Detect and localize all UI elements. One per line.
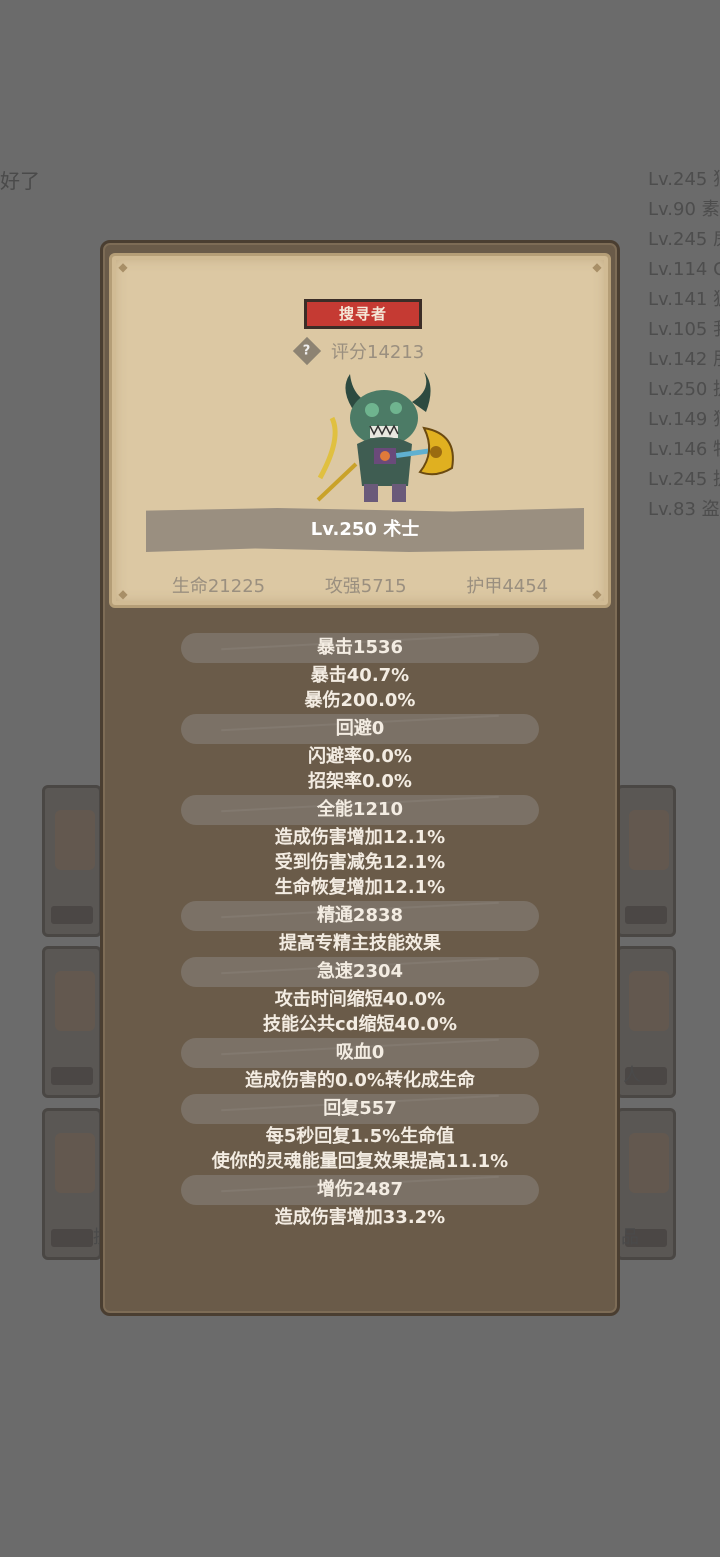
log-line: Lv.245 房 [648, 229, 720, 250]
equipment-icon [55, 810, 95, 870]
log-line: Lv.114 C [648, 259, 720, 280]
background-log: Lv.245 狼 Lv.90 素 Lv.245 房 Lv.114 C Lv.14… [648, 165, 720, 525]
attribute-group-mastery: 精通2838 提高专精主技能效果 [103, 901, 617, 956]
attack-stat: 攻强5715 [324, 576, 407, 597]
hero-title-badge: 搜寻者 [304, 299, 422, 329]
attribute-line: 造成伤害的0.0%转化成生命 [245, 1070, 475, 1091]
log-line: Lv.141 狐 [648, 289, 720, 310]
equipment-icon [629, 1133, 669, 1193]
attribute-header: 暴击1536 [181, 633, 539, 663]
attribute-line: 技能公共cd缩短40.0% [262, 1014, 457, 1035]
equipment-icon [629, 810, 669, 870]
equipment-icon [55, 971, 95, 1031]
log-line: Lv.105 我 [648, 319, 720, 340]
attribute-group-regen: 回复557 每5秒回复1.5%生命值 使你的灵魂能量回复效果提高11.1% [103, 1094, 617, 1174]
log-line: Lv.149 猫 [648, 409, 720, 430]
armor-stat: 护甲4454 [466, 576, 549, 597]
attribute-line: 攻击时间缩短40.0% [274, 989, 446, 1010]
attribute-line: 暴伤200.0% [304, 690, 416, 711]
attribute-line: 招架率0.0% [308, 771, 412, 792]
attribute-header: 回复557 [181, 1094, 539, 1124]
attribute-line: 生命恢复增加12.1% [274, 877, 446, 898]
equipment-icon [629, 971, 669, 1031]
attribute-line: 暴击40.7% [310, 665, 410, 686]
attribute-header: 全能1210 [181, 795, 539, 825]
background-equipment-slot[interactable]: 品 [616, 1108, 676, 1260]
hero-card: ◆ ◆ ◆ ◆ 搜寻者 ? 评分14213 Lv.250 术士 生命21225 … [109, 253, 611, 608]
log-line: Lv.245 提 [648, 469, 720, 490]
background-chat-text: 好了 [0, 169, 40, 193]
attribute-group-crit: 暴击1536 暴击40.7% 暴伤200.0% [103, 633, 617, 713]
log-line: Lv.142 朋 [648, 349, 720, 370]
attribute-line: 造成伤害增加33.2% [274, 1207, 446, 1228]
attribute-line: 使你的灵魂能量回复效果提高11.1% [211, 1151, 509, 1172]
attribute-line: 受到伤害减免12.1% [274, 852, 446, 873]
background-equipment-slot[interactable]: 提 [42, 1108, 102, 1260]
hero-base-stats: 生命21225 攻强5715 护甲4454 [112, 572, 608, 598]
slot-label: 品 [621, 1227, 639, 1248]
attribute-header: 回避0 [181, 714, 539, 744]
attribute-group-versatility: 全能1210 造成伤害增加12.1% 受到伤害减免12.1% 生命恢复增加12.… [103, 795, 617, 900]
attribute-detail-list: 暴击1536 暴击40.7% 暴伤200.0% 回避0 闪避率0.0% 招架率0… [103, 633, 617, 1231]
attribute-header: 精通2838 [181, 901, 539, 931]
attribute-group-haste: 急速2304 攻击时间缩短40.0% 技能公共cd缩短40.0% [103, 957, 617, 1037]
attribute-header: 急速2304 [181, 957, 539, 987]
background-equipment-slot[interactable] [616, 785, 676, 937]
hero-detail-modal[interactable]: ◆ ◆ ◆ ◆ 搜寻者 ? 评分14213 Lv.250 术士 生命21225 … [100, 240, 620, 1316]
score-row: ? 评分14213 [292, 336, 425, 366]
help-icon[interactable]: ? [292, 336, 322, 366]
log-line: Lv.90 素 [648, 199, 720, 220]
attribute-line: 每5秒回复1.5%生命值 [265, 1126, 455, 1147]
log-line: Lv.250 提 [648, 379, 720, 400]
hp-stat: 生命21225 [171, 576, 266, 597]
background-equipment-slot[interactable] [42, 946, 102, 1098]
log-line: Lv.245 狼 [648, 169, 720, 190]
hero-name-level: Lv.250 术士 [146, 508, 584, 552]
log-line: Lv.83 盗 [648, 499, 720, 520]
attribute-group-damage-bonus: 增伤2487 造成伤害增加33.2% [103, 1175, 617, 1230]
background-equipment-slot[interactable] [42, 785, 102, 937]
corner-ornament-icon: ◆ [118, 260, 128, 274]
attribute-line: 造成伤害增加12.1% [274, 827, 446, 848]
slot-label: 人 [623, 1065, 641, 1086]
attribute-header: 吸血0 [181, 1038, 539, 1068]
attribute-group-lifesteal: 吸血0 造成伤害的0.0%转化成生命 [103, 1038, 617, 1093]
corner-ornament-icon: ◆ [592, 260, 602, 274]
log-line: Lv.146 牧 [648, 439, 720, 460]
attribute-line: 提高专精主技能效果 [279, 933, 441, 954]
background-equipment-slot[interactable]: 人 [616, 946, 676, 1098]
warlock-hero-portrait [316, 372, 454, 502]
attribute-line: 闪避率0.0% [308, 746, 412, 767]
attribute-group-dodge: 回避0 闪避率0.0% 招架率0.0% [103, 714, 617, 794]
attribute-header: 增伤2487 [181, 1175, 539, 1205]
hero-score: 评分14213 [331, 342, 425, 363]
equipment-icon [55, 1133, 95, 1193]
